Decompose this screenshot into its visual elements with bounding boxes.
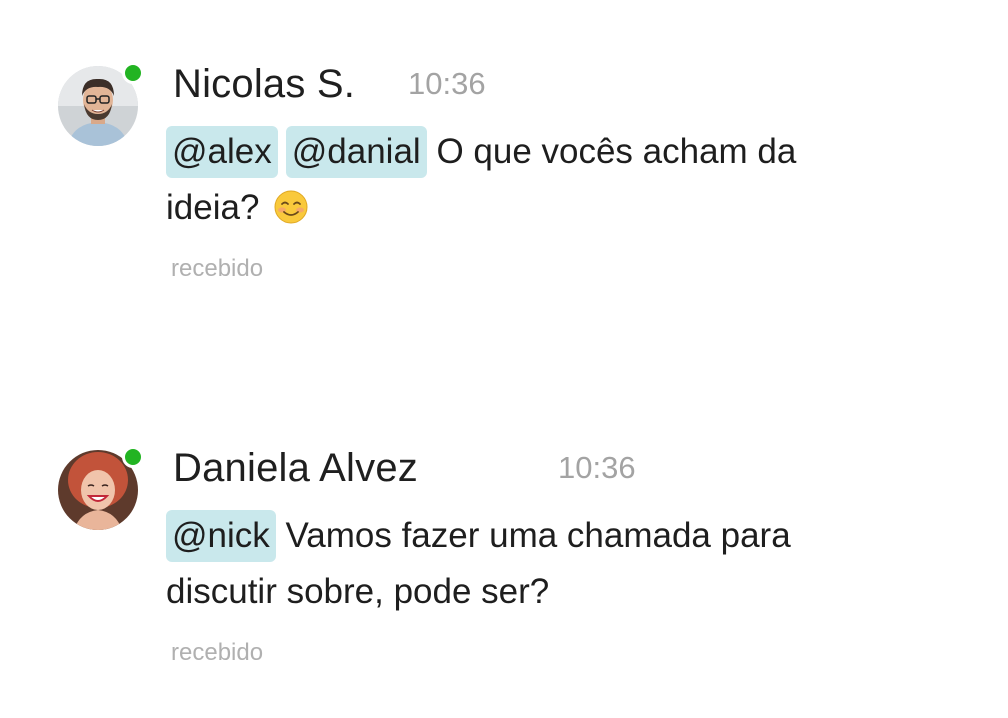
message-timestamp: 10:36 <box>408 66 486 101</box>
mention-danial[interactable]: @danial <box>285 126 427 178</box>
message-text: Vamos fazer uma chamada para <box>285 516 791 555</box>
message-text: discutir sobre, pode ser? <box>166 572 550 611</box>
message-author[interactable]: Daniela Alvez <box>173 444 418 492</box>
delivery-status: recebido <box>171 639 264 666</box>
online-status-icon <box>122 446 144 468</box>
message-body: @alex @danial O que vocês acham da ideia? <box>166 124 926 236</box>
mention-alex[interactable]: @alex <box>166 126 278 178</box>
message-author[interactable]: Nicolas S. <box>173 60 355 108</box>
message-text: O que vocês acham da <box>436 132 797 171</box>
message-timestamp: 10:36 <box>558 450 636 485</box>
smiling-face-icon <box>274 190 308 224</box>
online-status-icon <box>122 62 144 84</box>
mention-nick[interactable]: @nick <box>166 510 276 562</box>
avatar-container[interactable] <box>58 62 144 146</box>
message-text: ideia? <box>166 188 260 227</box>
delivery-status: recebido <box>171 255 264 282</box>
message-body: @nick Vamos fazer uma chamada para discu… <box>166 508 926 620</box>
avatar-container[interactable] <box>58 446 144 530</box>
